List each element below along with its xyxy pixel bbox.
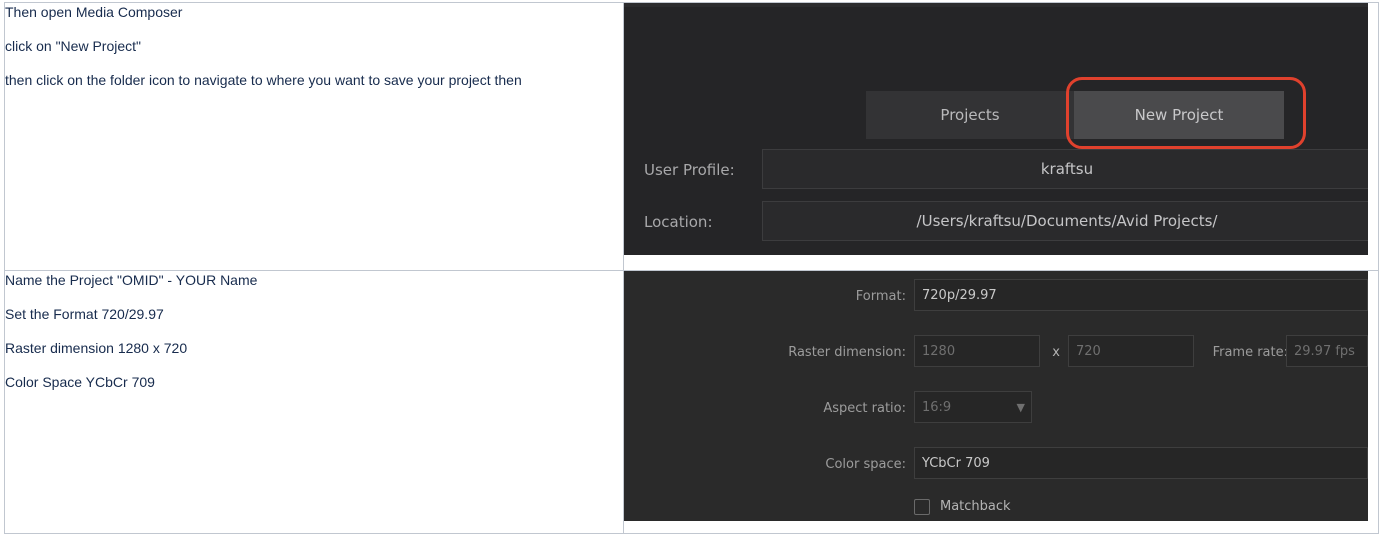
aspect-ratio-label: Aspect ratio: bbox=[823, 401, 906, 416]
table-row: Name the Project "OMID" - YOUR Name Set … bbox=[4, 270, 1379, 534]
raster-height-field[interactable]: 720 bbox=[1068, 335, 1194, 367]
projects-tab[interactable]: Projects bbox=[866, 91, 1074, 139]
screenshot-cell: Projects New Project User Profile: kraft… bbox=[623, 2, 1379, 271]
raster-x-separator: x bbox=[1052, 345, 1060, 360]
color-space-field[interactable]: YCbCr 709 bbox=[914, 447, 1368, 479]
aspect-ratio-select[interactable]: 16:9 ▼ bbox=[914, 391, 1032, 423]
instruction-text-cell: Name the Project "OMID" - YOUR Name Set … bbox=[4, 270, 624, 534]
instruction-paragraph: Name the Project "OMID" - YOUR Name bbox=[5, 272, 258, 288]
raster-dimension-label: Raster dimension: bbox=[788, 345, 906, 360]
instruction-paragraph: Set the Format 720/29.97 bbox=[5, 306, 164, 322]
highlight-annotation bbox=[1066, 77, 1306, 149]
format-field[interactable]: 720p/29.97 bbox=[914, 279, 1368, 311]
raster-width-field[interactable]: 1280 bbox=[914, 335, 1040, 367]
matchback-label: Matchback bbox=[940, 499, 1011, 514]
location-label: Location: bbox=[644, 213, 713, 231]
table-row: Then open Media Composer click on "New P… bbox=[4, 2, 1379, 271]
project-settings-screenshot: Format: 720p/29.97 Raster dimension: 128… bbox=[624, 271, 1368, 521]
instruction-table: Then open Media Composer click on "New P… bbox=[4, 2, 1379, 534]
dropdown-caret-icon: ▼ bbox=[1016, 401, 1025, 414]
format-label: Format: bbox=[855, 289, 906, 304]
user-profile-field[interactable]: kraftsu bbox=[762, 149, 1368, 189]
dialog-top-edge bbox=[624, 3, 1368, 7]
instruction-paragraph: then click on the folder icon to navigat… bbox=[5, 72, 522, 88]
frame-rate-label: Frame rate: bbox=[1212, 345, 1288, 360]
instruction-paragraph: Raster dimension 1280 x 720 bbox=[5, 340, 188, 356]
matchback-checkbox[interactable] bbox=[914, 499, 930, 515]
frame-rate-field[interactable]: 29.97 fps bbox=[1286, 335, 1368, 367]
location-field[interactable]: /Users/kraftsu/Documents/Avid Projects/ bbox=[762, 201, 1368, 241]
instruction-paragraph: click on "New Project" bbox=[5, 38, 141, 54]
aspect-ratio-value: 16:9 bbox=[922, 399, 952, 415]
instruction-paragraph: Color Space YCbCr 709 bbox=[5, 374, 155, 390]
new-project-screenshot: Projects New Project User Profile: kraft… bbox=[624, 3, 1368, 255]
screenshot-cell: Format: 720p/29.97 Raster dimension: 128… bbox=[623, 270, 1379, 534]
instruction-text-cell: Then open Media Composer click on "New P… bbox=[4, 2, 624, 271]
color-space-label: Color space: bbox=[825, 457, 906, 472]
instruction-paragraph: Then open Media Composer bbox=[5, 4, 183, 20]
user-profile-label: User Profile: bbox=[644, 161, 735, 179]
